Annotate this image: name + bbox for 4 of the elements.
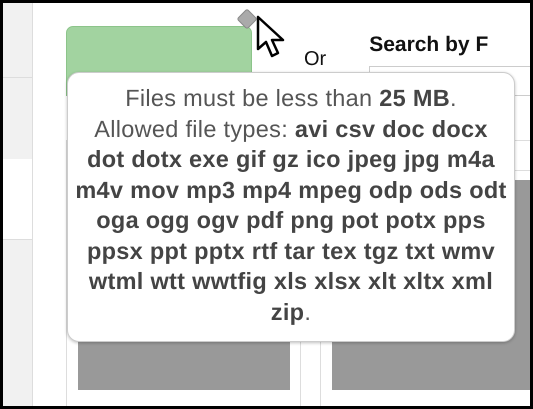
tooltip: Files must be less than 25 MB. Allowed file types: avi csv doc docx dot dotx exe gif gz ico jpeg jpg m4a m4v mov mp3 mp4 mpeg odp ods odt oga ogg ogv pdf png pot potx pps ppsx ppt pptx rtf tar tex tgz txt wmv wtml wtt wwtfig xls xlsx xlt xltx xml zip. [67, 72, 515, 342]
or-label: Or [304, 48, 326, 72]
search-heading: Search by F [369, 33, 490, 58]
mouse-cursor-icon [255, 15, 285, 59]
